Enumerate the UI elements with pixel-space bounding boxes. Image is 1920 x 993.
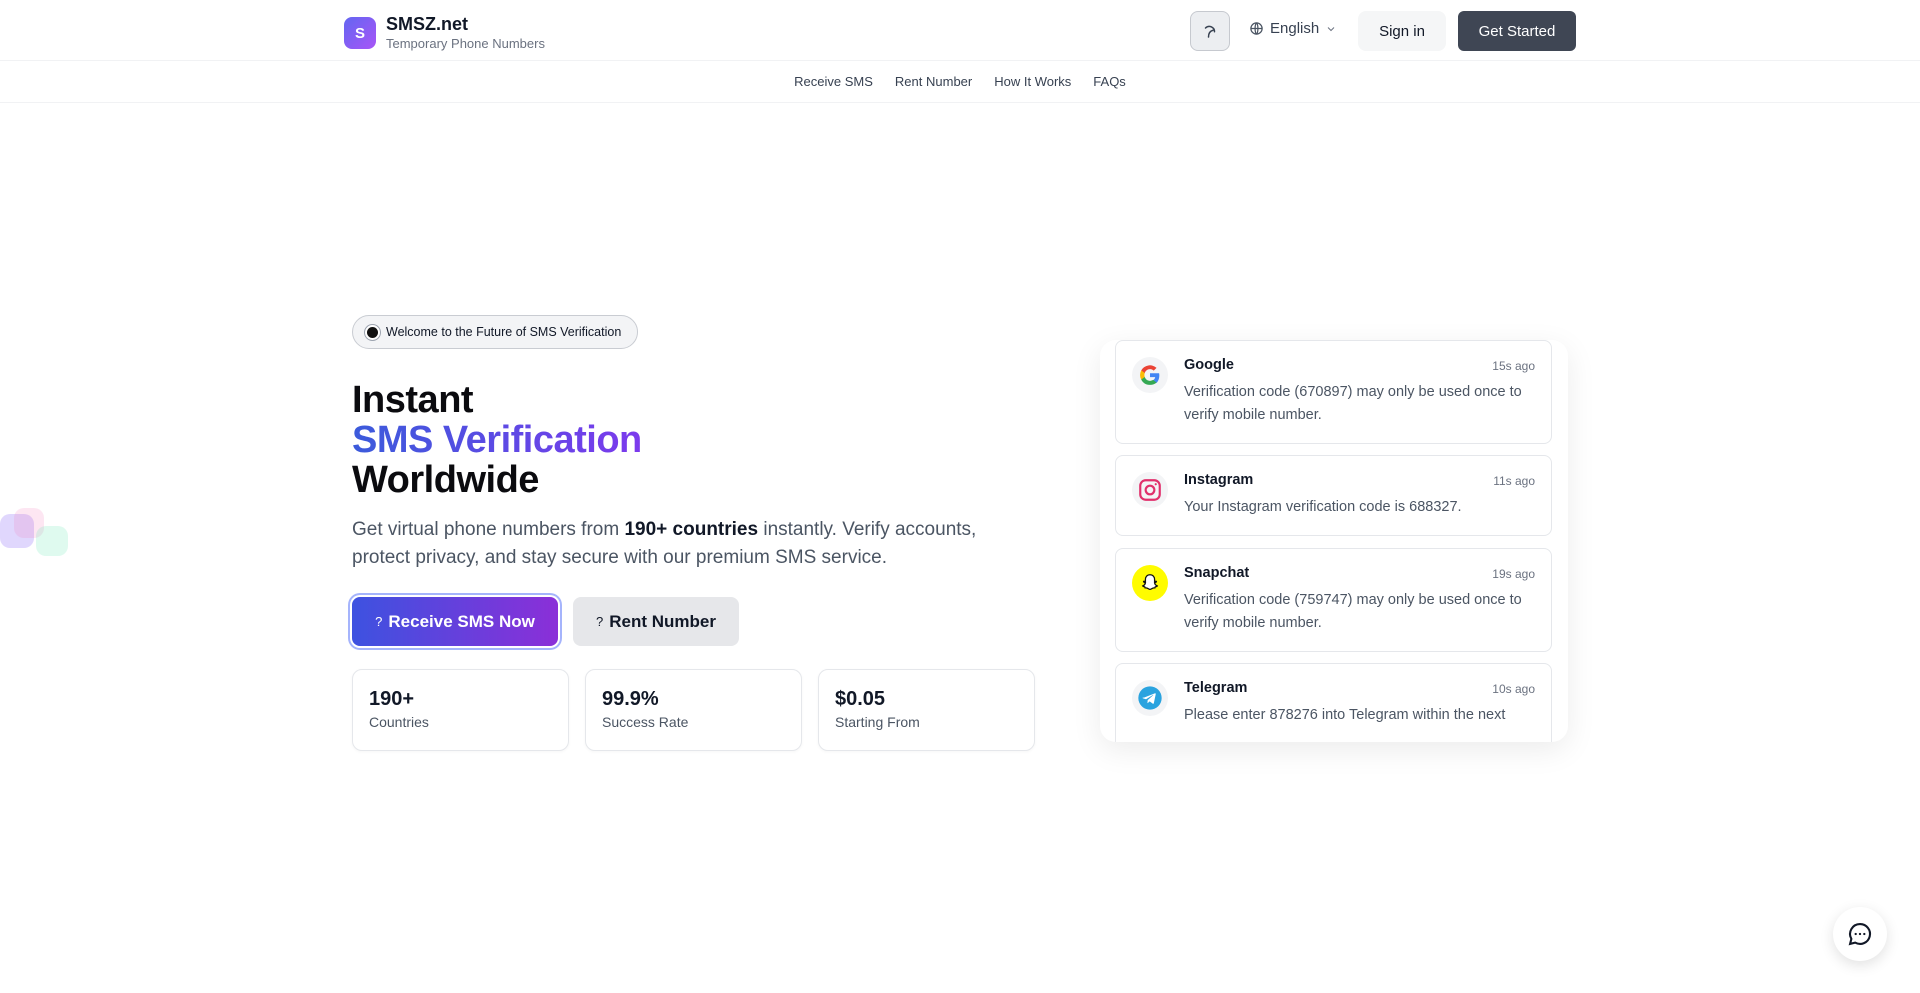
nav-faqs[interactable]: FAQs [1093, 74, 1126, 89]
chat-bubble-icon [1848, 923, 1872, 946]
brand[interactable]: S SMSZ.net Temporary Phone Numbers [344, 14, 545, 52]
stat-label: Success Rate [602, 714, 689, 730]
stat-card-starting-price: $0.05 Starting From [818, 669, 1035, 751]
receive-sms-button[interactable]: ? Receive SMS Now [352, 597, 558, 646]
welcome-badge: Welcome to the Future of SMS Verificatio… [352, 315, 639, 349]
hero-headline: Instant SMS Verification Worldwide [352, 380, 642, 500]
pulse-dot-icon [367, 326, 378, 338]
subtitle-pre: Get virtual phone numbers from [352, 519, 625, 540]
language-label: English [1270, 20, 1320, 37]
message-card[interactable]: Instagram 11s ago Your Instagram verific… [1115, 455, 1552, 536]
receive-sms-label: Receive SMS Now [388, 611, 535, 631]
message-service: Google [1184, 357, 1234, 373]
chat-support-button[interactable] [1833, 907, 1887, 961]
decorative-blobs [0, 508, 70, 558]
cta-glyph-icon: ? [375, 614, 383, 629]
nav-how-it-works[interactable]: How It Works [994, 74, 1071, 89]
message-time: 10s ago [1492, 682, 1535, 696]
nav-receive-sms[interactable]: Receive SMS [794, 74, 873, 89]
stat-card-success-rate: 99.9% Success Rate [585, 669, 802, 751]
rent-number-label: Rent Number [609, 611, 716, 631]
stat-value: 99.9% [602, 688, 659, 710]
signin-button[interactable]: Sign in [1358, 11, 1446, 51]
main-nav: Receive SMS Rent Number How It Works FAQ… [0, 61, 1920, 103]
message-text: Your Instagram verification code is 6883… [1184, 499, 1462, 515]
nav-rent-number[interactable]: Rent Number [895, 74, 972, 89]
message-time: 11s ago [1493, 474, 1535, 488]
theme-toggle-button[interactable] [1190, 11, 1230, 51]
stat-label: Countries [369, 714, 429, 730]
badge-text: Welcome to the Future of SMS Verificatio… [386, 325, 622, 339]
message-time: 15s ago [1492, 359, 1535, 373]
telegram-icon [1132, 680, 1168, 716]
theme-icon [1204, 25, 1216, 38]
headline-line-1: Instant [352, 379, 474, 421]
subtitle-bold: 190+ countries [624, 519, 759, 540]
rent-number-button[interactable]: ? Rent Number [573, 597, 739, 646]
top-header: S SMSZ.net Temporary Phone Numbers Engli… [0, 0, 1920, 61]
message-card[interactable]: Google 15s ago Verification code (670897… [1115, 340, 1552, 444]
snapchat-icon [1132, 565, 1168, 601]
instagram-icon [1132, 472, 1168, 508]
message-service: Telegram [1184, 680, 1248, 696]
brand-text: SMSZ.net Temporary Phone Numbers [386, 14, 545, 52]
message-text: Verification code (670897) may only be u… [1184, 384, 1522, 423]
stat-label: Starting From [835, 714, 920, 730]
stat-card-countries: 190+ Countries [352, 669, 569, 751]
globe-icon [1250, 22, 1263, 35]
message-service: Snapchat [1184, 565, 1250, 581]
live-messages-panel: Google 15s ago Verification code (670897… [1100, 340, 1568, 742]
get-started-button[interactable]: Get Started [1458, 11, 1576, 51]
chevron-down-icon [1327, 26, 1335, 31]
stat-value: 190+ [369, 688, 415, 710]
brand-tagline: Temporary Phone Numbers [386, 36, 545, 51]
message-card[interactable]: Telegram 10s ago Please enter 878276 int… [1115, 663, 1552, 742]
brand-name: SMSZ.net [386, 14, 469, 34]
cta-glyph-icon: ? [596, 614, 604, 629]
language-selector[interactable]: English [1249, 20, 1337, 37]
message-text: Please enter 878276 into Telegram within… [1184, 707, 1506, 723]
message-service: Instagram [1184, 472, 1254, 488]
blob [36, 526, 68, 556]
logo-icon: S [344, 17, 376, 49]
message-card[interactable]: Snapchat 19s ago Verification code (7597… [1115, 548, 1552, 652]
hero-subtitle: Get virtual phone numbers from 190+ coun… [352, 516, 1012, 572]
message-time: 19s ago [1492, 567, 1535, 581]
message-text: Verification code (759747) may only be u… [1184, 592, 1522, 631]
google-icon [1132, 357, 1168, 393]
headline-line-2: SMS Verification [352, 419, 642, 461]
headline-line-3: Worldwide [352, 459, 539, 501]
stat-value: $0.05 [835, 688, 886, 710]
